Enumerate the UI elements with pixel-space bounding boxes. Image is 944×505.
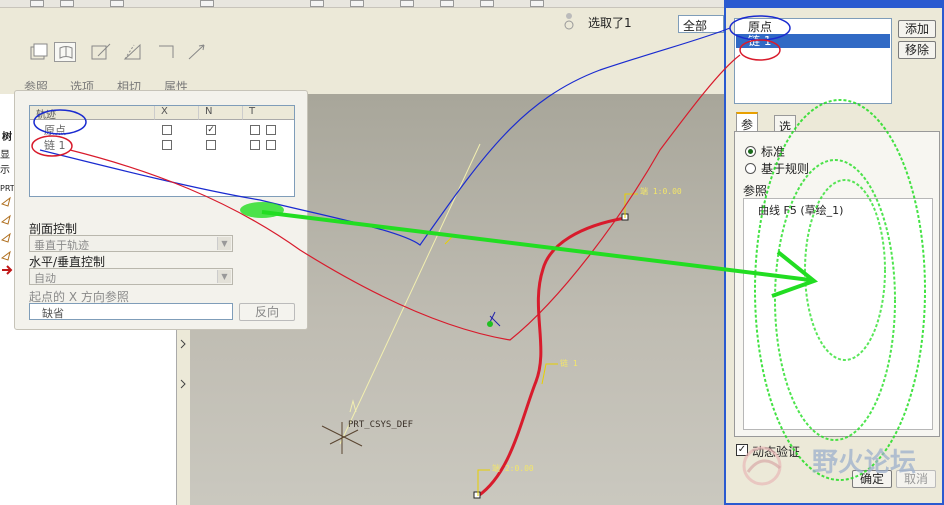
flip-button[interactable]: 反向 [239, 303, 295, 321]
radio-standard[interactable] [745, 146, 756, 157]
selection-count: 选取了1 [588, 16, 632, 30]
chain-label: 链 1 [560, 359, 578, 368]
chain-x-checkbox[interactable] [162, 140, 172, 150]
add-button[interactable]: 添加 [898, 20, 936, 38]
toolbar-button[interactable] [200, 0, 214, 7]
toolbar-button[interactable] [110, 0, 124, 7]
chain-list[interactable]: 原点 链 1 [734, 18, 892, 104]
plane-icon[interactable] [156, 42, 178, 62]
xref-field[interactable]: 缺省 [29, 303, 233, 320]
col-trajectory: 轨迹 [30, 106, 154, 121]
end-point [473, 491, 481, 499]
chain-dialog: 原点 链 1 添加 移除 参照 选项 标准 基于规则 参照 曲线 F5 (草绘_… [724, 0, 944, 505]
selection-status: 选取了1 [560, 10, 680, 32]
list-item[interactable]: 链 1 [736, 34, 890, 48]
col-t: T [242, 106, 294, 120]
toolbar-button[interactable] [400, 0, 414, 7]
chain-t-checkbox[interactable] [250, 140, 260, 150]
toolbar-button[interactable] [350, 0, 364, 7]
origin-t2-checkbox[interactable] [266, 125, 276, 135]
section-control-select[interactable]: 垂直于轨迹 ▼ [29, 235, 233, 252]
list-item[interactable]: 原点 [736, 20, 890, 34]
trajectory-table: 轨迹 X N T 原点 ✓ 链 1 [29, 105, 295, 197]
tab-reference-dialog[interactable]: 参照 [736, 112, 759, 149]
radio-rule-based[interactable] [745, 163, 756, 174]
toolbar-button[interactable] [440, 0, 454, 7]
reference-icon[interactable] [28, 42, 50, 62]
chevron-down-icon: ▼ [217, 270, 231, 283]
feature-list-icons [0, 196, 13, 275]
watermark-logo-icon [742, 446, 782, 486]
tab-options-dialog[interactable]: 选项 [774, 115, 797, 151]
toolbar-button[interactable] [310, 0, 324, 7]
chain-t2-checkbox[interactable] [266, 140, 276, 150]
radio-rule-label: 基于规则 [761, 162, 810, 176]
properties-icon[interactable] [122, 42, 144, 62]
end-label: 端 2:0.00 [492, 464, 534, 473]
col-x: X [154, 106, 198, 120]
display-tab[interactable]: 显示 [0, 146, 14, 176]
datum-axis [339, 143, 481, 445]
watermark-text: 野火论坛 [812, 448, 917, 478]
csys-label: PRT_CSYS_DEF [348, 420, 414, 430]
toolbar-button[interactable] [530, 0, 544, 7]
references-panel: 轨迹 X N T 原点 ✓ 链 1 剖面控制 垂直于轨迹 ▼ 水平/垂直控制 自动… [14, 90, 308, 330]
list-item[interactable]: 曲线 F5 (草绘_1) [758, 202, 843, 218]
remove-button[interactable]: 移除 [898, 41, 936, 59]
radio-standard-label: 标准 [761, 145, 786, 159]
toolbar-button[interactable] [60, 0, 74, 7]
reference-list[interactable]: 曲线 F5 (草绘_1) [743, 198, 933, 430]
toolbar-button[interactable] [30, 0, 44, 7]
selection-filter[interactable]: 全部 [678, 15, 724, 33]
chain-n-checkbox[interactable] [206, 140, 216, 150]
options-icon[interactable] [54, 42, 76, 62]
reference-label: 参照 [743, 184, 768, 198]
start-label: 端 1:0.00 [640, 187, 682, 196]
arrow-icon[interactable] [186, 42, 208, 62]
hv-control-select[interactable]: 自动 ▼ [29, 268, 233, 285]
col-n: N [198, 106, 242, 120]
origin-n-checkbox[interactable]: ✓ [206, 125, 216, 135]
forum-watermark: 野火论坛 [740, 440, 944, 500]
row-origin[interactable]: 原点 [44, 122, 66, 138]
chevron-down-icon: ▼ [217, 237, 231, 250]
reference-tab-body: 标准 基于规则 参照 曲线 F5 (草绘_1) [734, 131, 940, 437]
dialog-titlebar[interactable] [726, 0, 942, 8]
tangent-icon[interactable] [90, 42, 112, 62]
tree-collapse-bar[interactable] [176, 330, 190, 505]
origin-t-checkbox[interactable] [250, 125, 260, 135]
row-chain[interactable]: 链 1 [44, 137, 66, 153]
trajectory-curve [477, 216, 626, 498]
toolbar-button[interactable] [480, 0, 494, 7]
selection-icon [564, 13, 574, 30]
origin-x-checkbox[interactable] [162, 125, 172, 135]
